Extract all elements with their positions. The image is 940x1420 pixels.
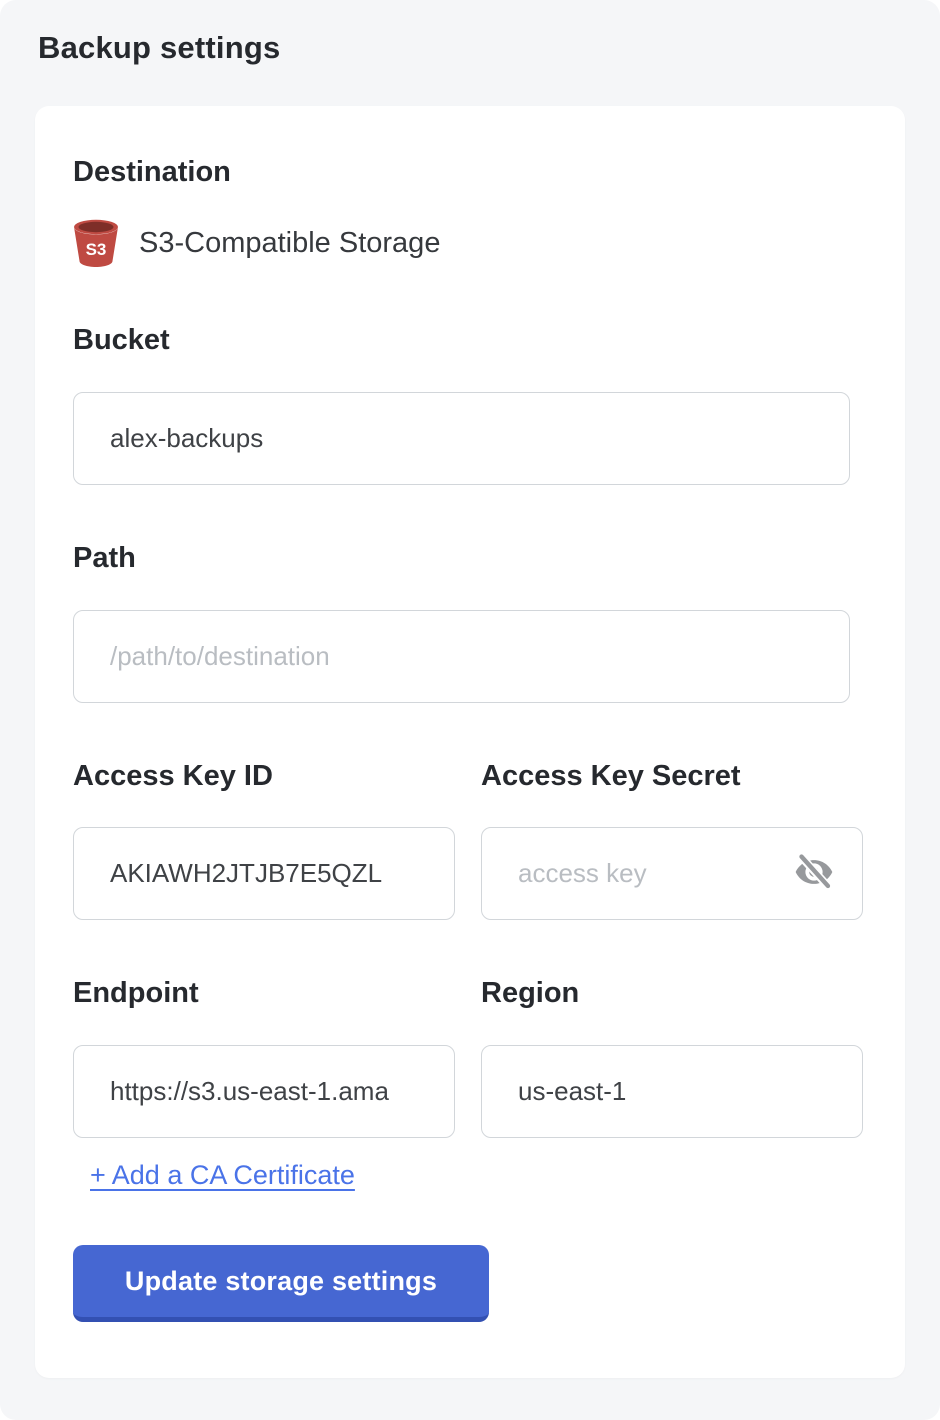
bucket-input[interactable] [73, 392, 850, 485]
region-input[interactable] [481, 1045, 863, 1138]
endpoint-region-row: Endpoint Region [73, 920, 865, 1138]
eye-off-icon [792, 850, 836, 897]
endpoint-label: Endpoint [73, 976, 455, 1011]
path-input[interactable] [73, 610, 850, 703]
s3-bucket-icon: S3 [73, 219, 119, 267]
access-key-secret-label: Access Key Secret [481, 759, 863, 794]
destination-row: S3 S3-Compatible Storage [73, 219, 865, 267]
svg-text:S3: S3 [86, 240, 107, 259]
access-key-id-field: Access Key ID [73, 703, 455, 921]
add-ca-certificate-link[interactable]: + Add a CA Certificate [90, 1160, 355, 1191]
endpoint-input[interactable] [73, 1045, 455, 1138]
toggle-secret-visibility-button[interactable] [791, 851, 837, 897]
access-keys-row: Access Key ID Access Key Secret [73, 703, 865, 921]
access-key-id-label: Access Key ID [73, 759, 455, 794]
backup-settings-card: Destination S3 S3-Compatible Storage Buc… [35, 106, 905, 1378]
access-key-secret-input-wrap [481, 827, 863, 920]
destination-heading: Destination [73, 156, 865, 189]
page-title: Backup settings [0, 0, 940, 66]
access-key-secret-field: Access Key Secret [481, 703, 863, 921]
destination-value: S3-Compatible Storage [139, 227, 440, 260]
access-key-id-input[interactable] [73, 827, 455, 920]
backup-settings-page: Backup settings Destination S3 S3-Compat… [0, 0, 940, 1420]
region-field: Region [481, 920, 863, 1138]
path-label: Path [73, 541, 865, 576]
update-storage-settings-button[interactable]: Update storage settings [73, 1245, 489, 1322]
region-label: Region [481, 976, 863, 1011]
bucket-label: Bucket [73, 323, 865, 358]
endpoint-field: Endpoint [73, 920, 455, 1138]
